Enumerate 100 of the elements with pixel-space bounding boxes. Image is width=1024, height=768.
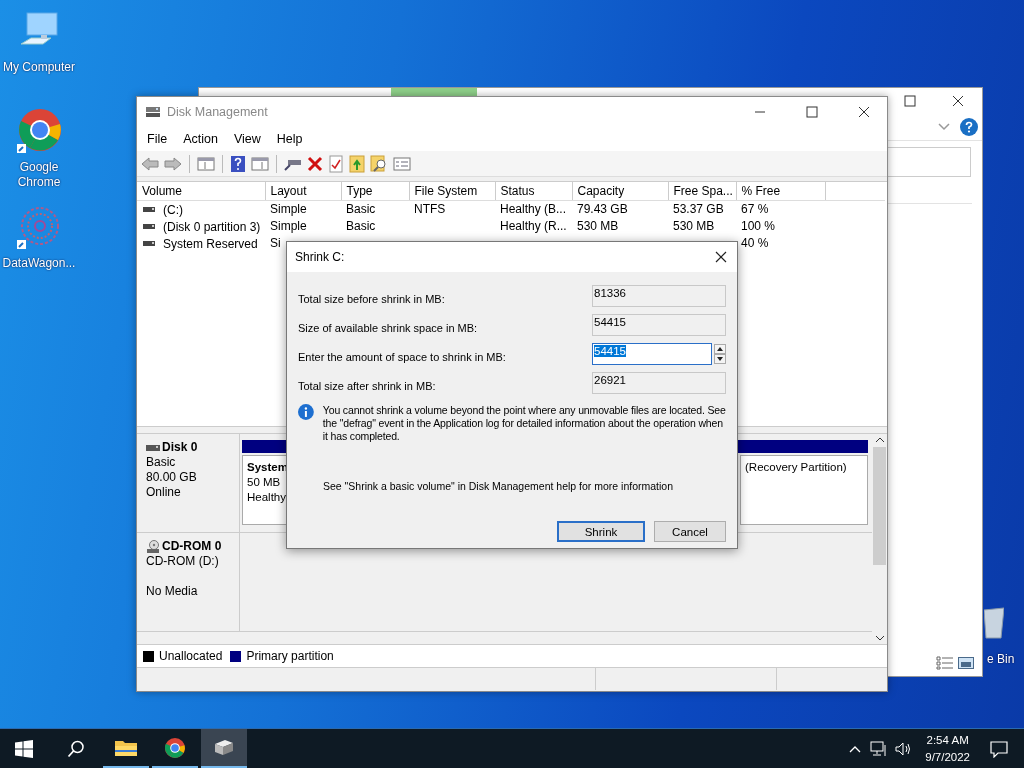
table-cell: 53.37 GB	[668, 200, 736, 218]
close-icon[interactable]	[858, 106, 870, 118]
scroll-up-icon[interactable]	[874, 437, 885, 443]
console-tree-icon[interactable]	[197, 155, 215, 172]
scroll-down-icon[interactable]	[874, 635, 885, 641]
amount-input-field[interactable]: 54415	[592, 343, 712, 365]
readonly-field: 81336	[592, 285, 726, 307]
table-cell: Basic	[341, 200, 409, 218]
thumbnail-view-icon[interactable]	[958, 656, 974, 670]
table-cell: NTFS	[409, 200, 495, 218]
help-text: See "Shrink a basic volume" in Disk Management help for more information	[323, 480, 675, 492]
column-header[interactable]: Capacity	[572, 182, 668, 200]
close-icon[interactable]	[715, 251, 727, 263]
partition-block[interactable]: (Recovery Partition)	[740, 455, 868, 525]
menu-item[interactable]: File	[147, 132, 168, 146]
menu-item[interactable]: Action	[183, 132, 218, 146]
field-label: Total size after shrink in MB:	[298, 379, 436, 392]
spin-up-icon[interactable]	[714, 344, 726, 354]
drive-icon	[143, 206, 155, 213]
table-cell-text: Simple	[269, 218, 308, 235]
disk-status: Online	[146, 485, 182, 500]
column-header[interactable]: File System	[409, 182, 495, 200]
drive-icon	[143, 223, 155, 230]
volume-name: (Disk 0 partition 3)	[163, 219, 261, 234]
lace-pattern-icon[interactable]	[16, 204, 62, 250]
spin-down-icon[interactable]	[714, 354, 726, 364]
action-pane-icon[interactable]	[251, 155, 269, 172]
table-cell: 79.43 GB	[572, 200, 668, 218]
chrome-icon[interactable]	[16, 108, 62, 154]
windows-start-icon[interactable]	[15, 739, 33, 758]
disk-size: 80.00 GB	[146, 470, 198, 485]
disk-drive-icon	[145, 105, 161, 119]
readonly-field: 54415	[592, 314, 726, 336]
maximize-icon[interactable]	[806, 106, 818, 118]
legend-label: Primary partition	[246, 649, 334, 663]
desktop-icon-label[interactable]: My Computer	[1, 60, 77, 75]
table-cell: Healthy (B...	[495, 200, 572, 218]
partition-text: (Recovery Partition)	[745, 460, 848, 475]
desktop-icon-label[interactable]: e Bin	[987, 652, 1015, 667]
field-label: Total size before shrink in MB:	[298, 292, 445, 305]
disk-type: CD-ROM (D:)	[146, 554, 220, 569]
clock-time[interactable]: 2:54 AM	[926, 731, 969, 749]
shrink-button[interactable]: Shrink	[557, 521, 645, 542]
column-header[interactable]: Volume	[137, 182, 265, 200]
cd-drive-icon	[146, 539, 160, 554]
disk-type: Basic	[146, 455, 177, 470]
table-cell-text: 40 %	[740, 235, 770, 252]
table-cell-text: 100 %	[740, 218, 777, 235]
search-icon[interactable]	[67, 739, 85, 758]
table-cell-text: Basic	[345, 218, 377, 235]
forward-arrow-icon[interactable]	[164, 155, 182, 172]
table-cell-text: Healthy (R...	[499, 218, 568, 235]
desktop-icon-label[interactable]: DataWagon...	[1, 256, 77, 271]
notifications-icon[interactable]	[990, 739, 1008, 758]
disk-label-panel[interactable]: Disk 0 Basic 80.00 GB Online	[137, 434, 240, 532]
table-cell: Simple	[265, 200, 341, 218]
disk-name: CD-ROM 0	[162, 539, 222, 554]
disk-status: No Media	[146, 584, 199, 599]
table-cell-text: 530 MB	[672, 218, 716, 235]
readonly-field: 26921	[592, 372, 726, 394]
folder-search-icon[interactable]	[370, 154, 388, 173]
cancel-button[interactable]: Cancel	[654, 521, 726, 542]
chevron-up-icon[interactable]	[849, 744, 862, 753]
network-icon[interactable]	[869, 740, 888, 757]
partition-text: Healthy	[247, 490, 286, 505]
maximize-icon[interactable]	[904, 95, 916, 107]
desktop-icon-label[interactable]: Google Chrome	[1, 160, 77, 190]
disk-drive-icon	[146, 443, 160, 452]
volume-name: System Reserved	[163, 236, 258, 251]
volume-name: (C:)	[163, 202, 183, 217]
delete-icon[interactable]	[307, 155, 323, 172]
column-header[interactable]: Status	[495, 182, 572, 200]
menu-item[interactable]: Help	[276, 132, 303, 146]
column-header[interactable]: Type	[341, 182, 409, 200]
chrome-icon	[164, 736, 186, 759]
column-header[interactable]: Free Spa...	[668, 182, 736, 200]
table-cell-text: 530 MB	[576, 218, 620, 235]
dialog-title: Shrink C:	[295, 250, 345, 264]
checklist-icon[interactable]	[328, 154, 344, 173]
details-view-icon[interactable]	[936, 656, 954, 670]
field-label: Size of available shrink space in MB:	[298, 321, 478, 334]
drive-icon	[143, 240, 155, 247]
folder-up-icon[interactable]	[349, 154, 365, 173]
close-icon[interactable]	[952, 95, 964, 107]
table-cell-text: Si	[269, 235, 282, 252]
help-icon[interactable]	[960, 118, 978, 136]
clock-date[interactable]: 9/7/2022	[925, 748, 970, 766]
taskbar-app[interactable]	[201, 729, 247, 768]
disk-label-panel[interactable]: CD-ROM 0 CD-ROM (D:) No Media	[137, 533, 240, 631]
disk-name: Disk 0	[162, 440, 198, 455]
chevron-down-icon[interactable]	[938, 123, 950, 131]
partition-text: 50 MB	[247, 475, 282, 490]
disk-drive-icon	[213, 737, 235, 758]
back-arrow-icon[interactable]	[141, 155, 159, 172]
column-header[interactable]: % Free	[736, 182, 825, 200]
info-icon	[298, 404, 314, 420]
column-header[interactable]: Layout	[265, 182, 341, 200]
help-icon[interactable]	[230, 154, 246, 173]
info-text: You cannot shrink a volume beyond the point where any unmovable files are located. See the "defrag" event in the Application log for detailed information about the operation when it has completed.	[322, 404, 726, 443]
menu-item[interactable]: View	[233, 132, 261, 146]
